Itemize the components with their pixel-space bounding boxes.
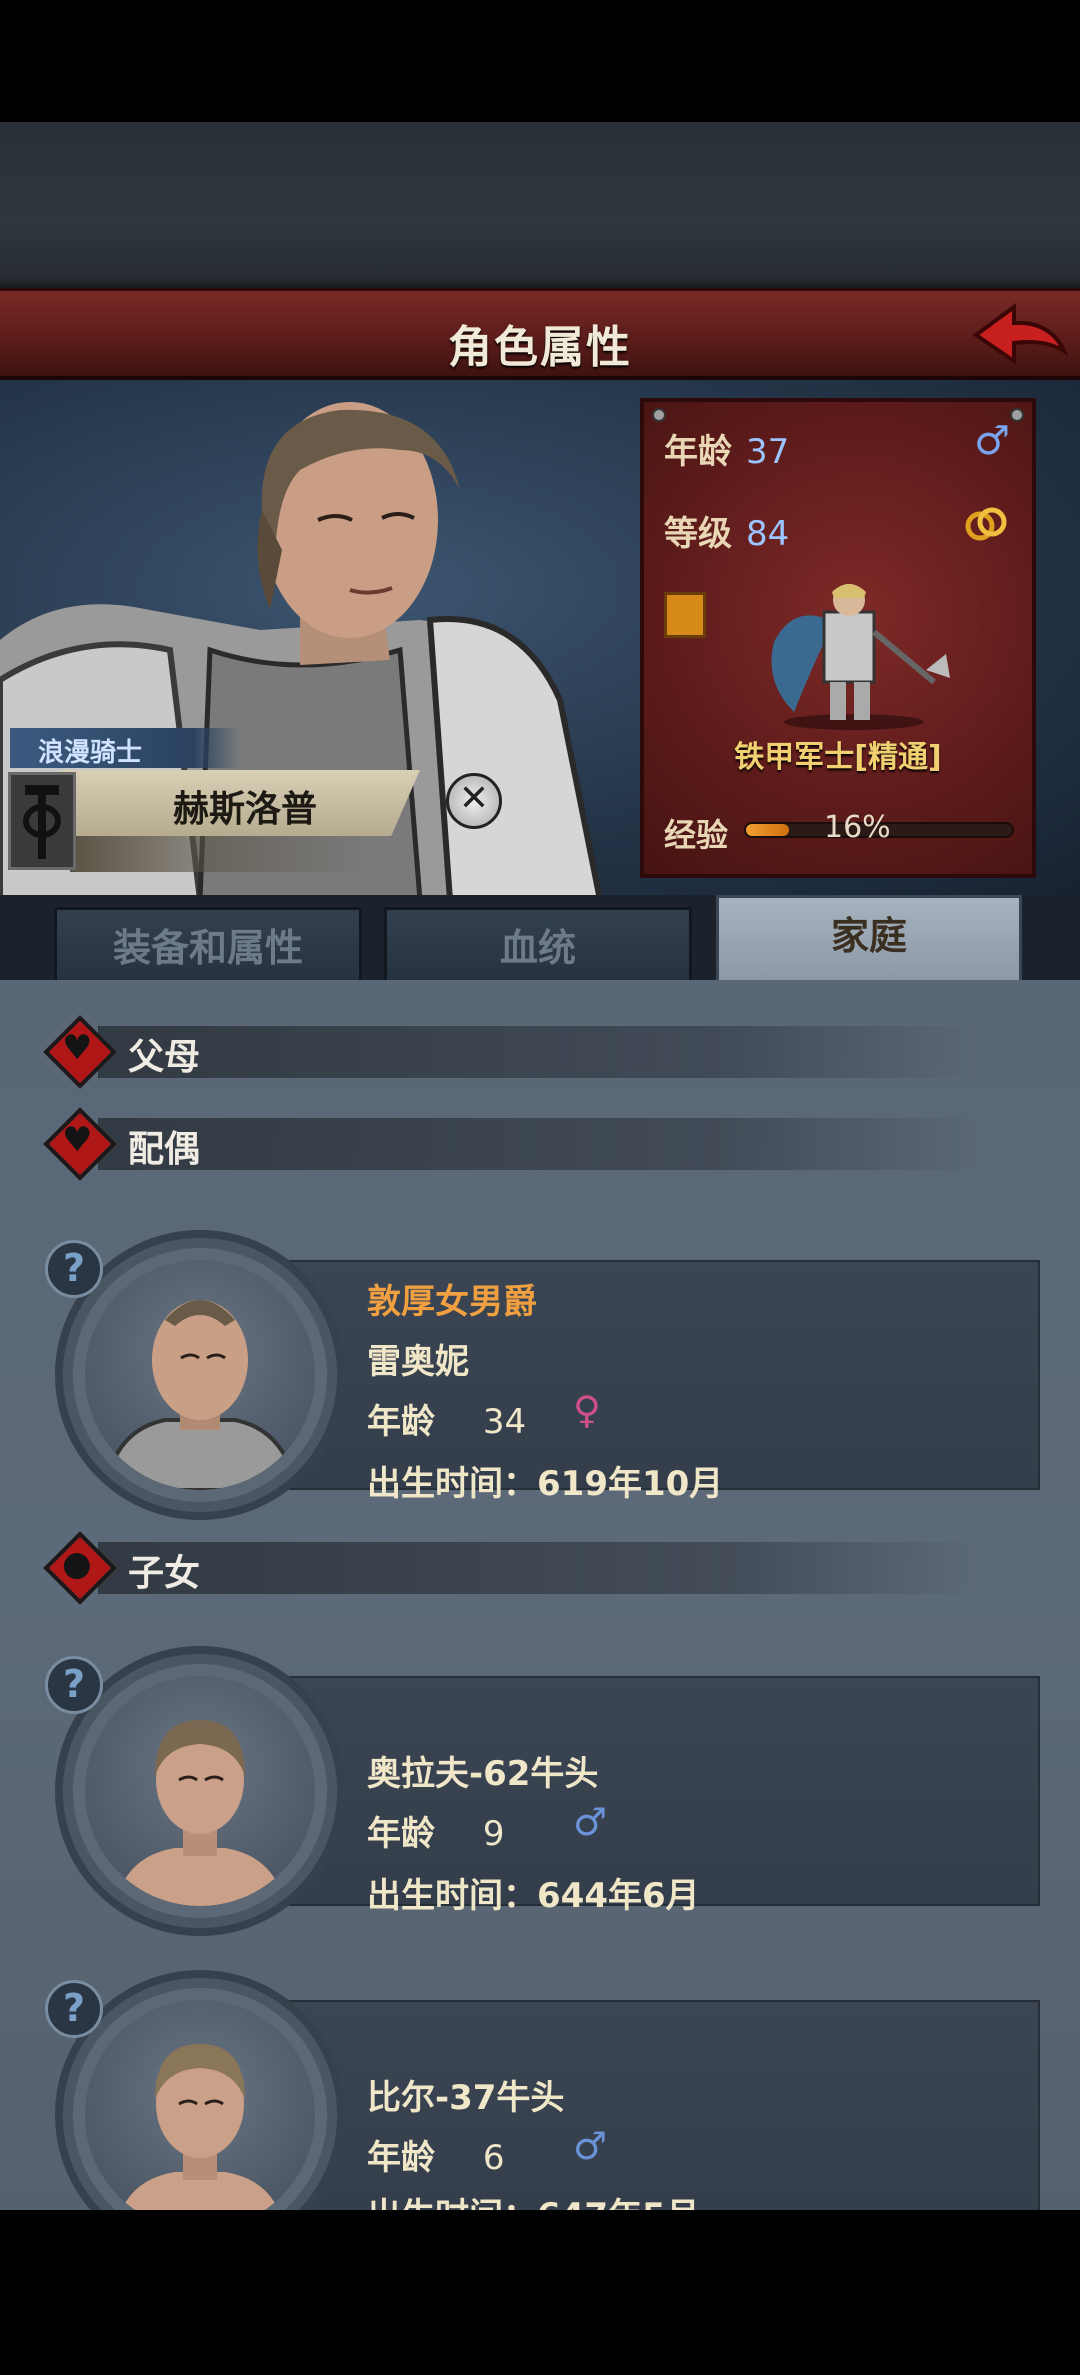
section-parents[interactable]: ♥ 父母 <box>43 1015 1028 1089</box>
hero-name: 赫斯洛普 <box>172 789 317 830</box>
section-bar <box>98 1118 978 1170</box>
back-arrow-button[interactable] <box>970 299 1070 375</box>
child-card[interactable]: ? 奥拉夫-62牛头 年龄 9 ♂ 出生时间：644年6月 <box>45 1646 1040 1936</box>
tab-bloodline[interactable]: 血统 <box>384 907 692 983</box>
help-question-icon[interactable]: ? <box>45 1240 103 1298</box>
class-tag: 浪漫骑士 <box>10 728 240 768</box>
person-icon: ● <box>62 1544 92 1584</box>
section-children[interactable]: ● 子女 <box>43 1531 1028 1605</box>
tab-equipment-attributes[interactable]: 装备和属性 <box>54 907 362 983</box>
exp-percent: 16% <box>824 810 891 845</box>
nameplate-underbar <box>70 832 370 872</box>
age-stat: 年龄 37 <box>664 424 789 473</box>
spouse-title: 敦厚女男爵 <box>367 1282 537 1322</box>
child-age: 9 <box>482 1814 505 1854</box>
child-age: 6 <box>482 2138 505 2178</box>
stat-banner: 年龄 37 ♂ 等级 84 铁甲军士[精通] 经验 16% <box>640 398 1036 878</box>
pin-icon <box>1010 408 1024 422</box>
help-question-icon[interactable]: ? <box>45 1656 103 1714</box>
female-icon: ♀ <box>573 1388 601 1432</box>
header-bar: 角色属性 <box>0 288 1080 380</box>
status-bar-area <box>0 0 1080 122</box>
age-label: 年龄 <box>664 432 732 472</box>
child-name: 比尔-37牛头 <box>367 2078 565 2118</box>
dismiss-hero-button[interactable]: ✕ <box>446 773 502 829</box>
child-age-row: 年龄 9 <box>367 1806 504 1855</box>
page-title: 角色属性 <box>448 322 632 373</box>
section-bar <box>98 1542 978 1594</box>
age-label: 年龄 <box>367 1814 435 1854</box>
child-age-row: 年龄 6 <box>367 2130 504 2179</box>
spouse-card[interactable]: ? 敦厚女男爵 雷奥妮 年龄 34 ♀ 出生时间：619年10月 <box>45 1230 1040 1520</box>
age-label: 年龄 <box>367 2138 435 2178</box>
wedding-rings-icon <box>965 507 1007 541</box>
exp-label: 经验 <box>664 816 729 854</box>
family-content[interactable]: ♥ 父母 ♥ 配偶 ? 敦厚女男爵 雷奥妮 年龄 34 ♀ 出生时间：619年1… <box>0 980 1080 2210</box>
child-birth: 出生时间：644年6月 <box>367 1876 700 1916</box>
section-spouse-label: 配偶 <box>128 1129 201 1170</box>
child-portrait[interactable] <box>85 1676 315 1906</box>
level-label: 等级 <box>664 514 732 554</box>
heart-icon: ♥ <box>62 1028 93 1068</box>
level-value: 84 <box>746 514 790 554</box>
level-stat: 等级 84 <box>664 506 789 555</box>
unit-figure <box>771 584 950 730</box>
section-bar <box>98 1026 978 1078</box>
faction-emblem-icon <box>8 772 76 870</box>
help-question-icon[interactable]: ? <box>45 1980 103 2038</box>
unit-rank-badge-icon[interactable] <box>664 592 706 638</box>
age-label: 年龄 <box>367 1402 435 1442</box>
unit-name: 铁甲军士[精通] <box>734 740 942 775</box>
exp-progress-fill <box>746 824 789 836</box>
hero-panel: 浪漫骑士 赫斯洛普 ✕ 年龄 37 ♂ 等级 84 铁甲军士[精通] 经验 16… <box>0 380 1080 900</box>
pin-icon <box>652 408 666 422</box>
spouse-age-row: 年龄 34 <box>367 1394 526 1443</box>
top-decoration <box>0 122 1080 290</box>
section-parents-label: 父母 <box>128 1037 201 1078</box>
age-value: 37 <box>746 432 790 472</box>
child-name: 奥拉夫-62牛头 <box>367 1754 599 1794</box>
male-icon: ♂ <box>573 1800 608 1844</box>
spouse-birth: 出生时间：619年10月 <box>367 1464 724 1504</box>
male-icon: ♂ <box>974 418 1010 464</box>
navigation-bar-area <box>0 2210 1080 2375</box>
male-icon: ♂ <box>573 2124 608 2168</box>
spouse-name: 雷奥妮 <box>367 1342 469 1382</box>
child-card[interactable]: ? 比尔-37牛头 年龄 6 ♂ 出生时间：647年5月 <box>45 1970 1040 2210</box>
heart-icon: ♥ <box>62 1120 93 1160</box>
section-spouse[interactable]: ♥ 配偶 <box>43 1107 1028 1181</box>
back-arrow-icon <box>972 303 1069 365</box>
tab-family[interactable]: 家庭 <box>716 895 1022 987</box>
section-children-label: 子女 <box>128 1553 201 1594</box>
spouse-age: 34 <box>482 1402 527 1442</box>
spouse-portrait[interactable] <box>85 1260 315 1490</box>
child-birth: 出生时间：647年5月 <box>367 2188 700 2210</box>
